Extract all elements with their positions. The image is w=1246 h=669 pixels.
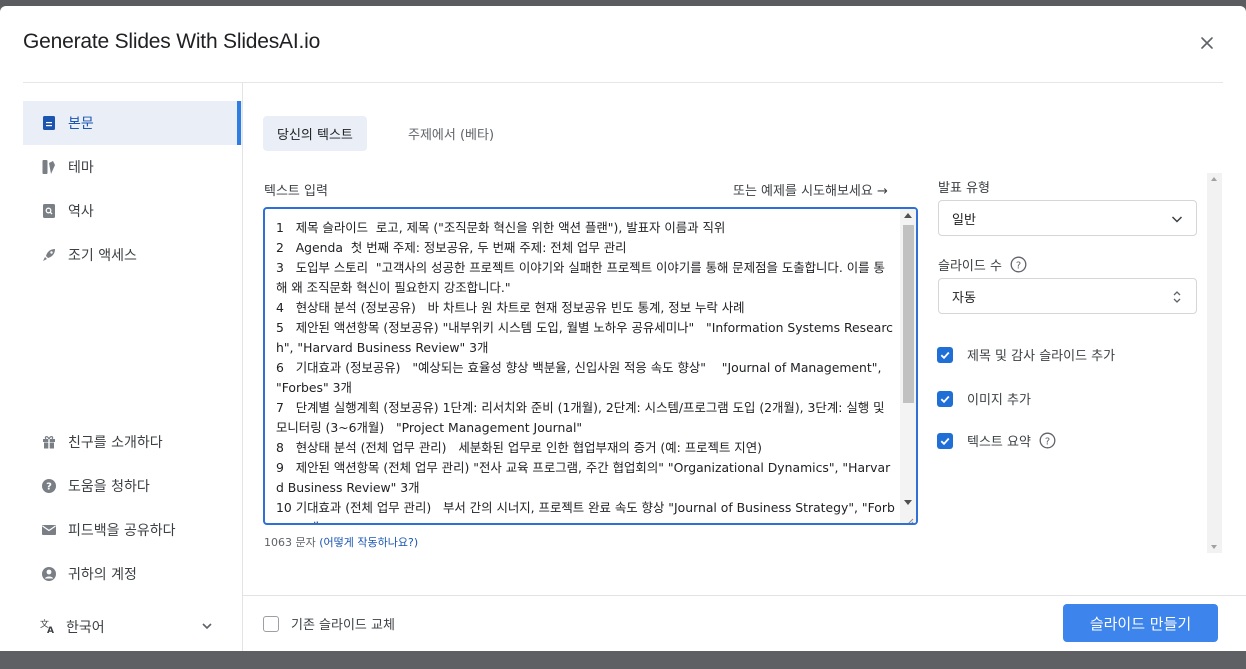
sidebar-item-label: 테마 <box>68 160 94 176</box>
sidebar-item-label: 역사 <box>68 204 94 220</box>
slide-count-label-row: 슬라이드 수 ? <box>938 255 1027 274</box>
help-circle-icon[interactable]: ? <box>1039 432 1056 449</box>
checkbox-unchecked[interactable] <box>263 615 279 632</box>
checkbox-checked[interactable] <box>937 346 953 363</box>
account-icon <box>40 565 58 583</box>
close-button[interactable] <box>1196 32 1218 54</box>
option-label: 제목 및 감사 슬라이드 추가 <box>967 349 1116 364</box>
checkbox-checked[interactable] <box>937 432 953 449</box>
resize-grip-icon[interactable] <box>904 511 914 523</box>
help-icon: ? <box>40 477 58 495</box>
tab-from-topic[interactable]: 주제에서 (베타) <box>394 116 508 151</box>
svg-text:?: ? <box>46 482 52 493</box>
generate-slides-dialog: Generate Slides With SlidesAI.io 본문 테마 역… <box>0 6 1246 651</box>
sidebar-item-label: 조기 액세스 <box>68 248 137 264</box>
text-input-content[interactable]: 1 제목 슬라이드 로고, 제목 ("조직문화 혁신을 위한 액션 플랜"), … <box>276 218 896 523</box>
sidebar-item-label: 도움을 청하다 <box>68 479 150 495</box>
settings-scrollbar[interactable] <box>1207 173 1222 553</box>
text-input-area[interactable]: 1 제목 슬라이드 로고, 제목 ("조직문화 혁신을 위한 액션 플랜"), … <box>263 207 918 525</box>
scroll-down-arrow-icon[interactable] <box>904 500 912 505</box>
textarea-scrollbar[interactable] <box>900 209 916 523</box>
sidebar-item-label: 본문 <box>68 116 94 132</box>
slide-count-label: 슬라이드 수 <box>938 259 1002 274</box>
palette-icon <box>40 158 58 176</box>
scrollbar-thumb[interactable] <box>903 225 914 403</box>
svg-text:?: ? <box>1045 436 1050 447</box>
translate-icon: 文A <box>40 618 58 636</box>
slide-count-select[interactable]: 자동 <box>938 278 1197 314</box>
document-icon <box>40 114 58 132</box>
browser-bottom-edge <box>0 651 1246 669</box>
help-circle-icon[interactable]: ? <box>1010 256 1027 273</box>
sidebar-item-get-help[interactable]: ? 도움을 청하다 <box>23 464 242 508</box>
tab-your-text[interactable]: 당신의 텍스트 <box>263 116 367 151</box>
sidebar-item-theme[interactable]: 테마 <box>23 145 242 189</box>
sidebar: 본문 테마 역사 조기 액세스 친구를 소개하다 ? 도움을 청하다 피드백을 … <box>23 83 243 651</box>
footer-divider <box>243 595 1246 596</box>
presentation-type-select[interactable]: 일반 <box>938 200 1197 236</box>
create-slides-button[interactable]: 슬라이드 만들기 <box>1063 604 1218 642</box>
sidebar-item-label: 친구를 소개하다 <box>68 435 163 451</box>
sidebar-item-label: 피드백을 공유하다 <box>68 523 176 539</box>
char-count-value: 1063 문자 <box>264 536 316 549</box>
up-down-arrows-icon <box>1170 290 1184 308</box>
gift-icon <box>40 433 58 451</box>
svg-text:?: ? <box>1016 260 1021 271</box>
text-input-label: 텍스트 입력 <box>264 184 328 199</box>
history-search-icon <box>40 202 58 220</box>
dialog-title: Generate Slides With SlidesAI.io <box>23 30 321 53</box>
sidebar-item-label: 귀하의 계정 <box>68 567 137 583</box>
add-images-option[interactable]: 이미지 추가 <box>937 389 1031 408</box>
replace-existing-slides-option[interactable]: 기존 슬라이드 교체 <box>263 614 395 633</box>
chevron-down-icon <box>200 619 214 637</box>
rocket-icon <box>40 246 58 264</box>
checkbox-checked[interactable] <box>937 390 953 407</box>
sidebar-item-refer-friend[interactable]: 친구를 소개하다 <box>23 420 242 464</box>
slide-count-value: 자동 <box>952 290 976 306</box>
how-it-works-link[interactable]: (어떻게 작동하나요?) <box>319 536 418 549</box>
language-selector[interactable]: 文A 한국어 <box>23 607 223 647</box>
svg-text:A: A <box>47 626 54 634</box>
active-indicator <box>237 101 241 145</box>
sidebar-item-feedback[interactable]: 피드백을 공유하다 <box>23 508 242 552</box>
chevron-down-icon <box>1170 212 1184 230</box>
presentation-type-label: 발표 유형 <box>938 181 990 196</box>
replace-label: 기존 슬라이드 교체 <box>291 618 395 633</box>
character-count: 1063 문자 (어떻게 작동하나요?) <box>264 534 418 550</box>
sidebar-item-account[interactable]: 귀하의 계정 <box>23 552 242 596</box>
sidebar-item-content[interactable]: 본문 <box>23 101 242 145</box>
try-example-link[interactable]: 또는 예제를 시도해보세요 → <box>733 180 888 199</box>
option-label: 텍스트 요약 <box>967 435 1031 450</box>
mail-icon <box>40 521 58 539</box>
option-label: 이미지 추가 <box>967 393 1031 408</box>
scroll-up-arrow-icon[interactable] <box>904 213 912 218</box>
settings-panel: 발표 유형 일반 슬라이드 수 ? 자동 제목 및 감사 슬라이드 추가 이미지… <box>937 173 1222 553</box>
summarize-text-option[interactable]: 텍스트 요약 ? <box>937 431 1056 450</box>
add-title-thanks-option[interactable]: 제목 및 감사 슬라이드 추가 <box>937 345 1115 364</box>
scroll-down-arrow-icon[interactable] <box>1211 545 1217 549</box>
language-label: 한국어 <box>66 620 105 636</box>
sidebar-divider <box>242 83 243 651</box>
close-icon <box>1201 37 1213 49</box>
presentation-type-value: 일반 <box>952 212 976 228</box>
sidebar-item-early-access[interactable]: 조기 액세스 <box>23 233 242 277</box>
sidebar-item-history[interactable]: 역사 <box>23 189 242 233</box>
scroll-up-arrow-icon[interactable] <box>1211 177 1217 181</box>
